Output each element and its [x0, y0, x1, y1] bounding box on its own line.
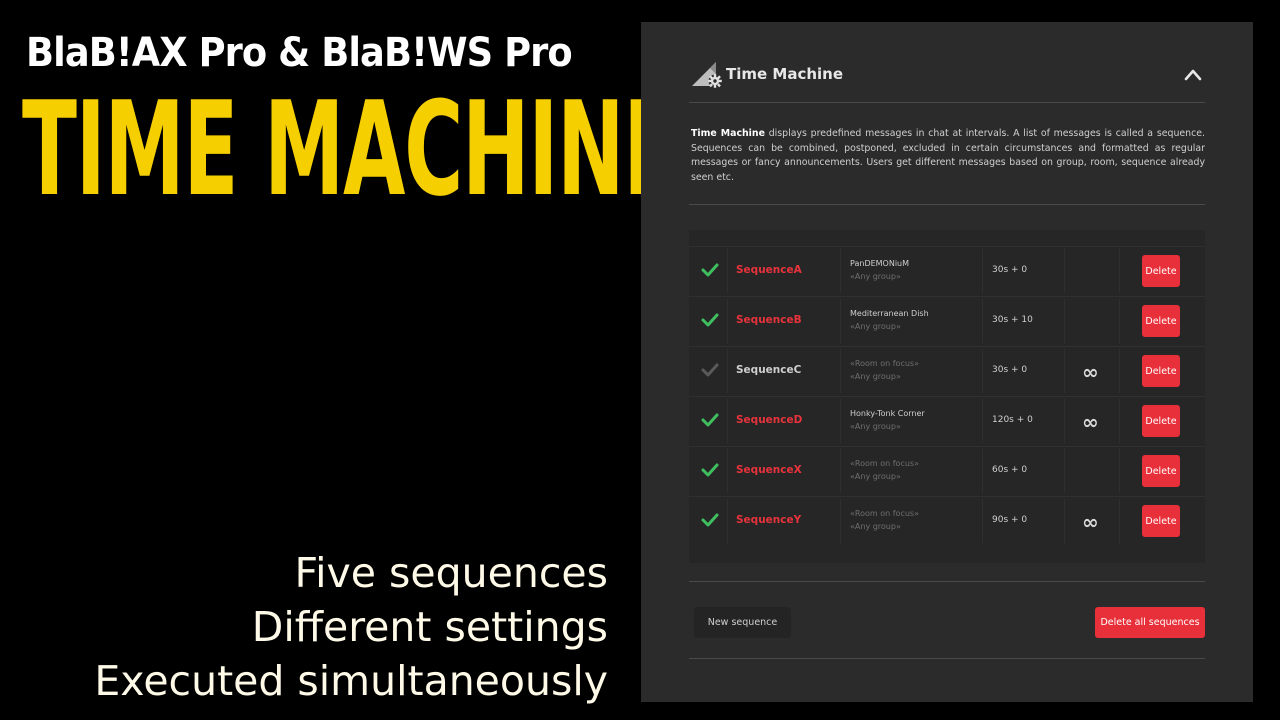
column-separator — [982, 499, 983, 543]
sequence-group: «Any group» — [850, 322, 901, 331]
promo-title: TIME MACHINE — [22, 73, 678, 225]
new-sequence-button[interactable]: New sequence — [694, 607, 791, 638]
column-separator — [840, 349, 841, 393]
sequence-name-link[interactable]: SequenceD — [736, 414, 802, 426]
checkmark-icon[interactable] — [700, 261, 720, 279]
column-separator — [840, 499, 841, 543]
sequence-room: PanDEMONiuM — [850, 259, 910, 268]
checkmark-icon[interactable] — [700, 311, 720, 329]
promo-subtitle: BlaB!AX Pro & BlaB!WS Pro — [26, 30, 573, 76]
tagline: Different settings — [251, 603, 608, 651]
sequence-room: Honky-Tonk Corner — [850, 409, 925, 418]
column-separator — [1064, 399, 1065, 443]
column-separator — [727, 299, 728, 343]
panel-header: Time Machine — [689, 56, 1205, 103]
sequence-group: «Any group» — [850, 522, 901, 531]
column-separator — [1119, 349, 1120, 393]
delete-button[interactable]: Delete — [1142, 455, 1180, 487]
divider — [689, 204, 1205, 205]
column-separator — [727, 349, 728, 393]
column-separator — [727, 249, 728, 293]
infinity-loop-icon: ∞ — [1082, 510, 1099, 534]
delete-button[interactable]: Delete — [1142, 355, 1180, 387]
table-row: SequenceD Honky-Tonk Corner «Any group» 120… — [689, 396, 1205, 445]
column-separator — [1119, 299, 1120, 343]
column-separator — [840, 399, 841, 443]
sequence-name-link[interactable]: SequenceY — [736, 514, 801, 526]
sequence-room: «Room on focus» — [850, 509, 919, 518]
infinity-loop-icon: ∞ — [1082, 410, 1099, 434]
panel-title: Time Machine — [726, 65, 844, 83]
sequence-name-link[interactable]: SequenceB — [736, 314, 802, 326]
column-separator — [1064, 499, 1065, 543]
sequence-group: «Any group» — [850, 372, 901, 381]
sequence-interval: 30s + 10 — [992, 315, 1033, 325]
column-separator — [1119, 449, 1120, 493]
column-separator — [982, 349, 983, 393]
tagline: Five sequences — [294, 549, 608, 597]
description-bold: Time Machine — [691, 128, 765, 139]
checkmark-icon[interactable] — [700, 411, 720, 429]
sequence-table: SequenceA PanDEMONiuM «Any group» 30s + 0 De… — [689, 230, 1205, 563]
sequence-interval: 60s + 0 — [992, 465, 1028, 475]
table-row: SequenceY «Room on focus» «Any group» 90s +… — [689, 496, 1205, 545]
column-separator — [1119, 399, 1120, 443]
column-separator — [982, 399, 983, 443]
table-row: SequenceA PanDEMONiuM «Any group» 30s + 0 De… — [689, 246, 1205, 295]
column-separator — [982, 249, 983, 293]
sequence-interval: 90s + 0 — [992, 515, 1028, 525]
description-text: displays predefined messages in chat at … — [691, 128, 1205, 183]
column-separator — [1064, 249, 1065, 293]
column-separator — [1119, 249, 1120, 293]
delete-button[interactable]: Delete — [1142, 255, 1180, 287]
table-row: SequenceB Mediterranean Dish «Any group» 30… — [689, 296, 1205, 345]
column-separator — [727, 499, 728, 543]
divider — [689, 581, 1205, 582]
sequence-room: Mediterranean Dish — [850, 309, 929, 318]
sequence-name-link[interactable]: SequenceX — [736, 464, 802, 476]
time-machine-panel: Time Machine Time Machine displays prede… — [641, 22, 1253, 702]
checkmark-icon[interactable] — [700, 461, 720, 479]
column-separator — [1064, 349, 1065, 393]
sequence-group: «Any group» — [850, 422, 901, 431]
sequence-group: «Any group» — [850, 272, 901, 281]
column-separator — [982, 299, 983, 343]
divider — [689, 658, 1205, 659]
column-separator — [840, 249, 841, 293]
checkmark-icon[interactable] — [700, 361, 720, 379]
column-separator — [1119, 499, 1120, 543]
column-separator — [982, 449, 983, 493]
column-separator — [840, 299, 841, 343]
column-separator — [1064, 299, 1065, 343]
sequence-interval: 120s + 0 — [992, 415, 1033, 425]
table-row: SequenceC «Room on focus» «Any group» 30s +… — [689, 346, 1205, 395]
sequence-name-link[interactable]: SequenceA — [736, 264, 802, 276]
panel-description: Time Machine displays predefined message… — [691, 127, 1205, 185]
chevron-up-icon[interactable] — [1183, 66, 1203, 82]
table-row: SequenceX «Room on focus» «Any group» 60s +… — [689, 446, 1205, 495]
sequence-interval: 30s + 0 — [992, 265, 1028, 275]
tagline: Executed simultaneously — [94, 657, 608, 705]
promo-taglines: Five sequences Different settings Execut… — [94, 546, 608, 708]
column-separator — [1064, 449, 1065, 493]
column-separator — [727, 399, 728, 443]
sequence-room: «Room on focus» — [850, 359, 919, 368]
delete-button[interactable]: Delete — [1142, 405, 1180, 437]
time-machine-gear-icon — [692, 62, 722, 88]
sequence-name-link[interactable]: SequenceC — [736, 364, 801, 376]
screen: BlaB!AX Pro & BlaB!WS Pro TIME MACHINE F… — [0, 0, 1280, 720]
column-separator — [840, 449, 841, 493]
sequence-interval: 30s + 0 — [992, 365, 1028, 375]
column-separator — [727, 449, 728, 493]
checkmark-icon[interactable] — [700, 511, 720, 529]
infinity-loop-icon: ∞ — [1082, 360, 1099, 384]
delete-all-sequences-button[interactable]: Delete all sequences — [1095, 607, 1205, 638]
delete-button[interactable]: Delete — [1142, 505, 1180, 537]
delete-button[interactable]: Delete — [1142, 305, 1180, 337]
sequence-group: «Any group» — [850, 472, 901, 481]
sequence-room: «Room on focus» — [850, 459, 919, 468]
